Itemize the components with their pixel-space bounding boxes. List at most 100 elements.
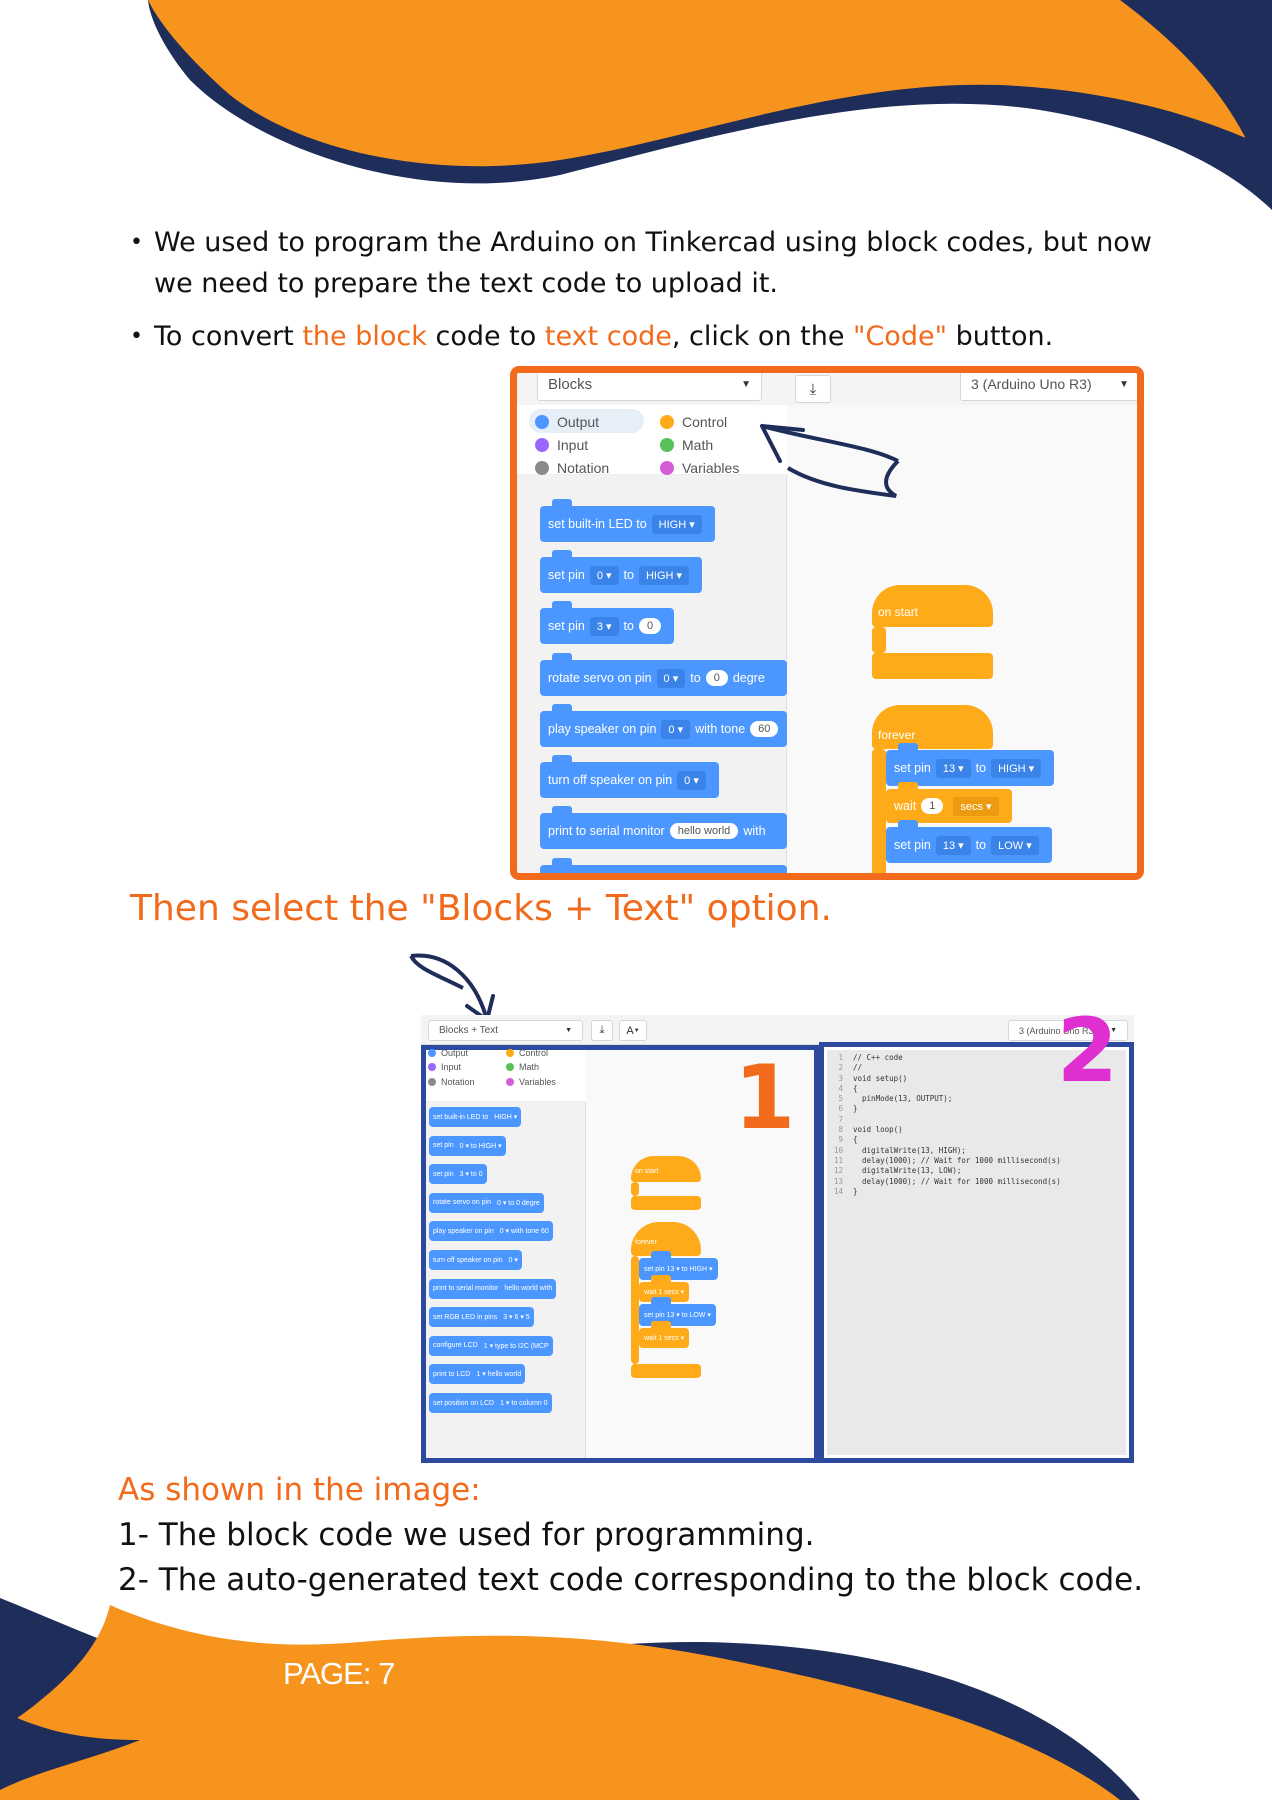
block-print-serial[interactable]: print to serial monitor hello world with <box>540 806 787 849</box>
block-dropdown-value: 0 <box>663 672 670 685</box>
block-dropdown[interactable]: HIGH ▾ <box>651 514 702 534</box>
palette-block[interactable]: play speaker on pin 0 ▾ with tone 60 <box>429 1221 553 1242</box>
category-math[interactable]: Math <box>660 437 713 453</box>
bullet-2-highlight-code: "Code" <box>853 321 947 352</box>
category-math-label: Math <box>519 1062 540 1072</box>
line-number: 1 <box>838 1053 843 1062</box>
code-line: 13 delay(1000); // Wait for 1000 millise… <box>831 1177 1122 1187</box>
block-dropdown[interactable]: 0 ▾ <box>677 770 706 790</box>
on-start-arm <box>872 627 886 653</box>
forever-foot <box>631 1364 701 1378</box>
block-dropdown[interactable]: 0 ▾ <box>589 565 619 585</box>
block-dropdown[interactable]: 0 ▾ <box>656 668 686 688</box>
category-control-label: Control <box>519 1048 549 1058</box>
palette-block[interactable]: set pin 3 ▾ to 0 <box>429 1164 487 1185</box>
label-number-one: 1 <box>734 1046 796 1149</box>
category-variables[interactable]: Variables <box>660 460 739 476</box>
mode-dropdown[interactable]: Blocks + Text ▼ <box>428 1020 583 1041</box>
block-dropdown-value: HIGH <box>645 569 674 582</box>
block-label: turn off speaker on pin <box>548 773 673 787</box>
block-partial[interactable] <box>540 858 787 873</box>
block-text-input[interactable]: hello world <box>669 823 739 839</box>
forever-block[interactable]: forever <box>872 705 993 749</box>
download-button[interactable]: ⤓ <box>591 1020 613 1041</box>
font-size-icon: A <box>626 1024 634 1037</box>
category-control[interactable]: Control <box>660 414 727 430</box>
block-dropdown[interactable]: 0 ▾ <box>661 719 691 739</box>
palette-block[interactable]: configure LCD 1 ▾ type to I2C (MCP <box>429 1335 553 1356</box>
code-line: 11 delay(1000); // Wait for 1000 millise… <box>831 1156 1122 1166</box>
mode-dropdown[interactable]: Blocks ▼ <box>537 373 762 401</box>
canvas-wait-2[interactable]: wait 1 secs ▾ <box>639 1321 690 1348</box>
category-input[interactable]: Input <box>535 437 588 453</box>
block-dropdown[interactable]: 13 ▾ <box>935 758 971 778</box>
category-notation[interactable]: Notation <box>535 460 609 476</box>
palette-block-params: 0 ▾ to HIGH ▾ <box>459 1142 502 1150</box>
editor-toolbar: Blocks + Text ▼ ⤓ A ▼ 3 (Arduino Uno R3) … <box>421 1015 1134 1045</box>
palette-block[interactable]: turn off speaker on pin 0 ▾ <box>429 1250 522 1270</box>
palette-block[interactable]: set built-in LED to HIGH ▾ <box>429 1107 522 1127</box>
category-output[interactable]: Output <box>535 414 599 430</box>
palette-block[interactable]: set position on LCD 1 ▾ to column 0 <box>429 1393 552 1413</box>
block-number-input[interactable]: 60 <box>750 721 779 737</box>
board-dropdown[interactable]: 3 (Arduino Uno R3) ▼ <box>960 373 1137 401</box>
on-start-block[interactable]: on start <box>872 585 993 627</box>
palette-block[interactable]: print to LCD 1 ▾ hello world <box>429 1364 526 1385</box>
canvas-set-pin-low[interactable]: set pin 13 ▾ to LOW ▾ <box>886 820 1052 863</box>
block-dropdown[interactable]: HIGH ▾ <box>638 565 690 585</box>
download-button[interactable]: ⤓ <box>795 375 831 403</box>
block-turn-off-speaker[interactable]: turn off speaker on pin 0 ▾ <box>540 755 719 798</box>
category-output-label: Output <box>557 414 600 430</box>
palette-block-params: 1 ▾ hello world <box>476 1371 522 1379</box>
line-number: 6 <box>838 1104 843 1114</box>
block-dropdown[interactable]: HIGH ▾ <box>991 758 1042 778</box>
forever-arm <box>872 749 886 873</box>
block-dropdown[interactable]: 3 ▾ <box>589 616 619 636</box>
category-control[interactable]: Control <box>506 1048 548 1058</box>
palette-block[interactable]: rotate servo on pin 0 ▾ to 0 degre <box>429 1192 544 1213</box>
block-dropdown[interactable]: 13 ▾ <box>935 835 971 855</box>
board-dropdown-label: 3 (Arduino Uno R3) <box>971 376 1092 392</box>
block-dropdown[interactable]: LOW ▾ <box>991 835 1039 855</box>
canvas-wait[interactable]: wait 1 secs ▾ <box>886 782 1012 823</box>
block-label: play speaker on pin <box>548 722 657 736</box>
on-start-block[interactable]: on start <box>631 1156 701 1182</box>
category-math[interactable]: Math <box>506 1062 539 1072</box>
canvas-set-pin-high[interactable]: set pin 13 ▾ to HIGH ▾ <box>886 743 1055 786</box>
block-play-speaker[interactable]: play speaker on pin 0 ▾ with tone 60 <box>540 704 787 747</box>
block-label: with <box>743 824 766 838</box>
category-output[interactable]: Output <box>428 1048 468 1058</box>
on-start-label: on start <box>878 605 919 619</box>
bullet-2-highlight-text-code: text code <box>544 321 672 352</box>
font-size-button[interactable]: A ▼ <box>619 1020 647 1041</box>
block-dropdown-value: 3 <box>596 620 603 633</box>
block-number-input[interactable]: 1 <box>921 798 944 814</box>
code-editor[interactable]: 1 // C++ code 2 // 3 void setup() 4 {5 pinMode(… <box>827 1015 1126 1455</box>
category-input[interactable]: Input <box>428 1062 461 1072</box>
block-label: rotate servo on pin <box>548 671 652 685</box>
line-number: 10 <box>833 1145 843 1155</box>
chevron-down-icon: ▼ <box>1119 378 1129 390</box>
workspace-canvas[interactable]: 1 on start forever set pin 13 ▾ to HIGH … <box>586 1046 814 1458</box>
block-set-pin-digital[interactable]: set pin 0 ▾ to HIGH ▾ <box>540 550 703 593</box>
block-set-pin-analog[interactable]: set pin 3 ▾ to 0 <box>540 601 675 644</box>
palette-block[interactable]: print to serial monitor hello world with <box>429 1278 557 1299</box>
palette-block[interactable]: set RGB LED in pins 3 ▾ 6 ▾ 5 <box>429 1307 534 1328</box>
notation-color-dot <box>535 461 549 475</box>
block-number-input[interactable]: 0 <box>638 618 662 634</box>
code-line: 12 digitalWrite(13, LOW); <box>831 1166 1122 1176</box>
block-dropdown[interactable]: secs ▾ <box>953 796 999 816</box>
block-set-builtin-led[interactable]: set built-in LED to HIGH ▾ <box>540 499 715 542</box>
mode-dropdown-label: Blocks <box>548 375 593 393</box>
bullet-2-text-a: To convert <box>154 321 303 352</box>
forever-label: forever <box>878 728 916 742</box>
block-label: to <box>975 838 987 852</box>
category-notation[interactable]: Notation <box>428 1077 475 1087</box>
palette-block[interactable]: set pin 0 ▾ to HIGH ▾ <box>429 1135 506 1156</box>
category-variables[interactable]: Variables <box>506 1077 556 1087</box>
download-icon: ⤓ <box>809 380 817 398</box>
control-color-dot <box>660 415 674 429</box>
block-number-input[interactable]: 0 <box>705 670 728 686</box>
block-rotate-servo[interactable]: rotate servo on pin 0 ▾ to 0 degre <box>540 653 787 696</box>
line-number: 14 <box>833 1186 843 1196</box>
